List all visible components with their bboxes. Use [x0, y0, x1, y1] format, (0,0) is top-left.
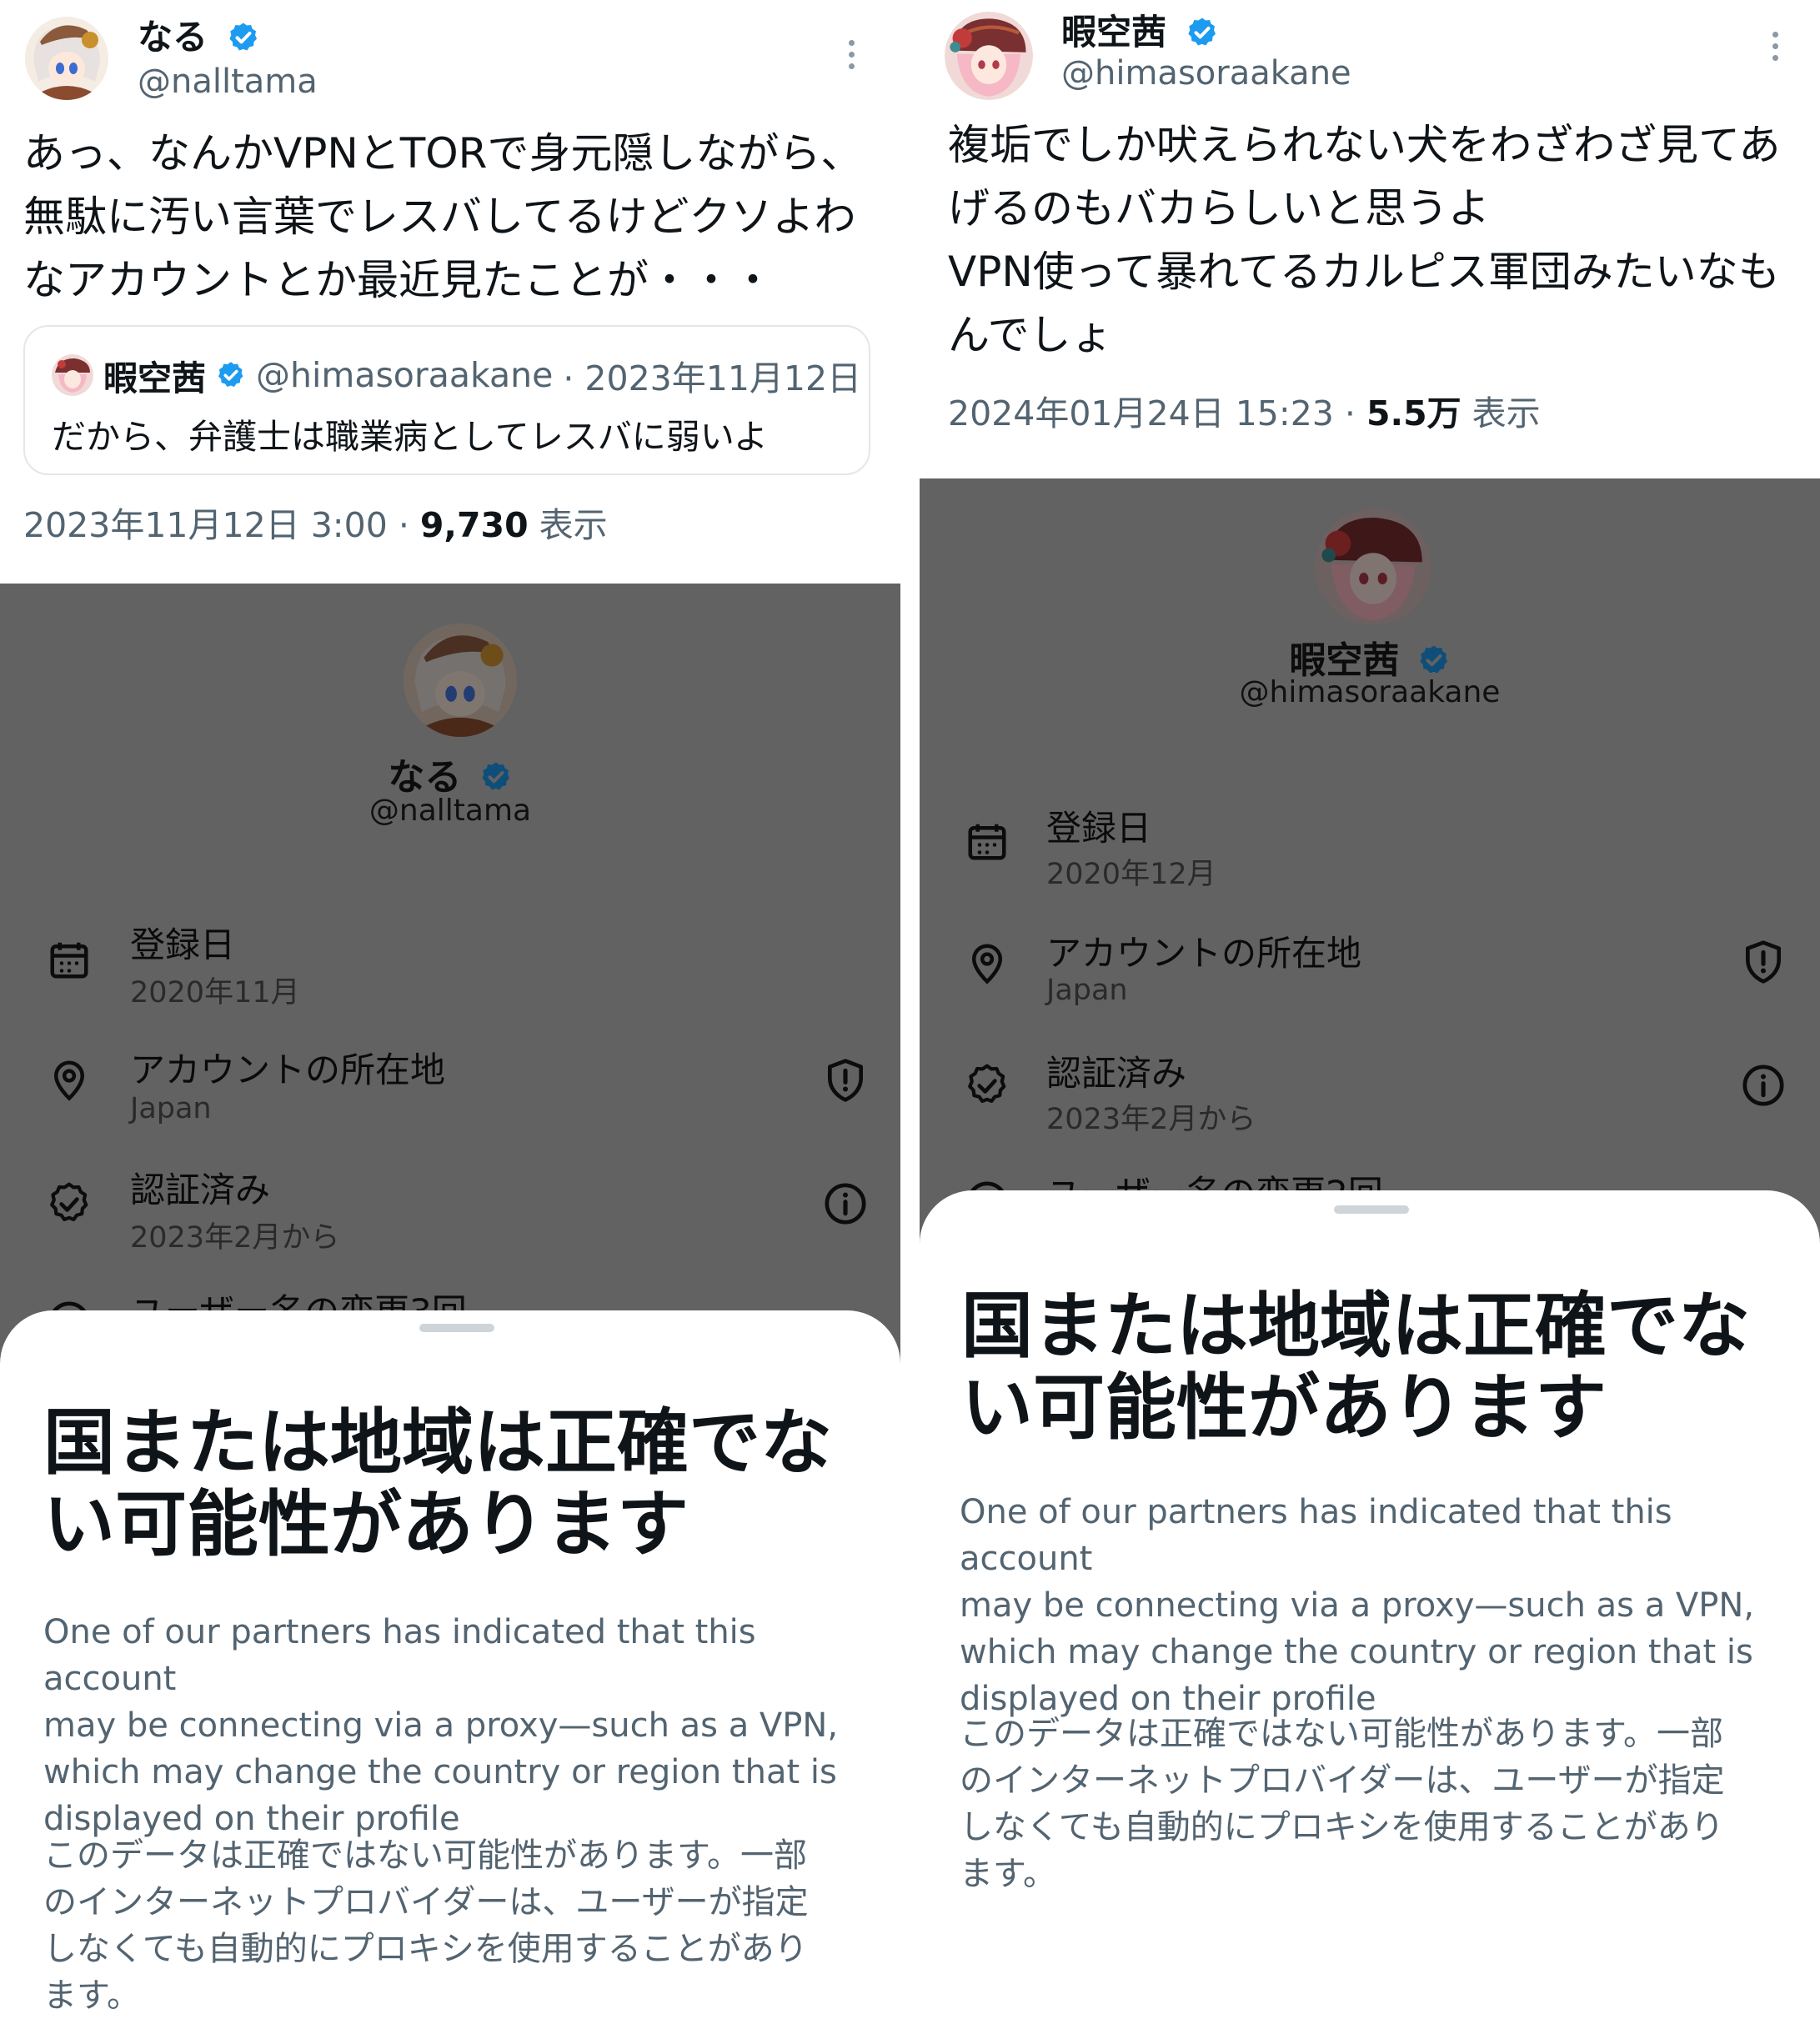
verified-check-icon: [50, 1182, 88, 1221]
tweet-meta: 2023年11月12日 3:00 · 9,730 表示: [23, 497, 608, 547]
row-joined-title: 登録日: [1046, 808, 1152, 849]
left-screenshot-panel: なる @nalltama あっ、なんかVPNとTORで身元隠しながら、 無駄に汚…: [0, 0, 900, 2039]
sheet-title: 国または地域は正確でな い可能性があります: [961, 1285, 1750, 1450]
tweet-author-handle[interactable]: @himasoraakane: [1061, 57, 1351, 90]
sheet-grabber[interactable]: [419, 1324, 494, 1332]
sheet-body-english: One of our partners has indicated that t…: [960, 1493, 1755, 1718]
row-location-title: アカウントの所在地: [1046, 933, 1362, 974]
quoted-tweet-card[interactable]: 暇空茜 @himasoraakane · 2023年11月12日 だから、弁護士…: [23, 325, 870, 475]
tweet-timestamp[interactable]: 2023年11月12日 3:00 ·: [23, 505, 409, 545]
verified-badge-icon: [1187, 18, 1216, 45]
calendar-icon: [50, 942, 88, 979]
proxy-warning-sheet: 国または地域は正確でな い可能性があります One of our partner…: [0, 1310, 900, 2039]
row-location-value: Japan: [130, 1092, 212, 1125]
quoted-author-avatar: [52, 354, 93, 396]
verified-badge-icon: [228, 23, 257, 50]
quoted-tweet-date: · 2023年11月12日: [563, 358, 862, 398]
profile-name-text: なる: [388, 756, 462, 799]
row-joined-value: 2020年12月: [1046, 858, 1216, 891]
tweet-views-label: 表示: [539, 505, 608, 545]
row-verified-title: 認証済み: [1046, 1053, 1187, 1094]
verified-check-icon: [968, 1064, 1006, 1103]
tweet-author-avatar[interactable]: [945, 12, 1033, 100]
quoted-tweet-header: 暇空茜 @himasoraakane · 2023年11月12日: [52, 350, 861, 400]
right-screenshot-panel: 暇空茜 @himasoraakane 複垢でしか吠えられない犬をわざわざ見てあ …: [920, 0, 1820, 2039]
row-location-title: アカウントの所在地: [130, 1050, 446, 1090]
tweet-author-name-text: 暇空茜: [1061, 12, 1167, 53]
row-verified-value: 2023年2月から: [130, 1221, 340, 1255]
tweet-author-handle[interactable]: @nalltama: [138, 65, 318, 98]
quoted-tweet-text: だから、弁護士は職業病としてレスバに弱いよ: [52, 417, 768, 457]
sheet-title: 国または地域は正確でな い可能性があります: [43, 1401, 832, 1566]
profile-avatar: [1315, 508, 1431, 625]
more-options-icon[interactable]: [1770, 32, 1780, 61]
tweet-author-name[interactable]: なる: [138, 20, 260, 55]
info-icon[interactable]: [822, 1180, 869, 1227]
shield-alert-icon[interactable]: [1740, 939, 1787, 985]
info-icon[interactable]: [1740, 1062, 1787, 1109]
profile-name: なる: [0, 747, 900, 800]
profile-handle: @himasoraakane: [1239, 675, 1501, 709]
verified-badge-icon: [481, 762, 509, 790]
profile-handle: @nalltama: [369, 794, 532, 828]
location-pin-icon: [53, 1060, 85, 1101]
tweet-author-avatar[interactable]: [25, 17, 108, 100]
quoted-author-name: 暇空茜: [103, 358, 206, 398]
tweet-timestamp[interactable]: 2024年01月24日 15:23 ·: [948, 393, 1356, 433]
location-pin-icon: [971, 944, 1003, 984]
tweet-views-label: 表示: [1472, 393, 1541, 433]
calendar-icon: [968, 824, 1006, 860]
tweet-text: 複垢でしか吠えられない犬をわざわざ見てあ げるのもバカらしいと思うよ VPN使っ…: [948, 121, 1781, 359]
tweet-text: あっ、なんかVPNとTORで身元隠しながら、 無駄に汚い言葉でレスバしてるけどク…: [23, 129, 863, 304]
tweet-meta: 2024年01月24日 15:23 · 5.5万 表示: [948, 385, 1541, 435]
row-joined-title: 登録日: [130, 924, 236, 965]
row-verified-value: 2023年2月から: [1046, 1103, 1256, 1136]
row-joined-value: 2020年11月: [130, 976, 300, 1009]
proxy-warning-sheet: 国または地域は正確でな い可能性があります One of our partner…: [920, 1190, 1820, 2039]
sheet-body-english: One of our partners has indicated that t…: [43, 1613, 839, 1838]
tweet-author-name[interactable]: 暇空茜: [1061, 15, 1219, 50]
sheet-body-japanese: このデータは正確ではない可能性があります。一部 のインターネットプロバイダーは、…: [43, 1836, 809, 2015]
more-options-icon[interactable]: [846, 40, 856, 69]
profile-avatar: [404, 624, 517, 737]
tweet-views-count: 9,730: [419, 505, 529, 545]
sheet-grabber[interactable]: [1334, 1205, 1409, 1214]
verified-badge-icon: [218, 362, 243, 387]
tweet-views-count: 5.5万: [1366, 393, 1462, 433]
quoted-author-handle: @himasoraakane: [256, 355, 554, 395]
shield-alert-icon[interactable]: [822, 1057, 869, 1104]
row-location-value: Japan: [1046, 974, 1128, 1007]
tweet-author-name-text: なる: [138, 17, 208, 58]
verified-badge-icon: [1419, 645, 1447, 674]
row-verified-title: 認証済み: [130, 1170, 271, 1210]
sheet-body-japanese: このデータは正確ではない可能性があります。一部 のインターネットプロバイダーは、…: [960, 1715, 1725, 1893]
